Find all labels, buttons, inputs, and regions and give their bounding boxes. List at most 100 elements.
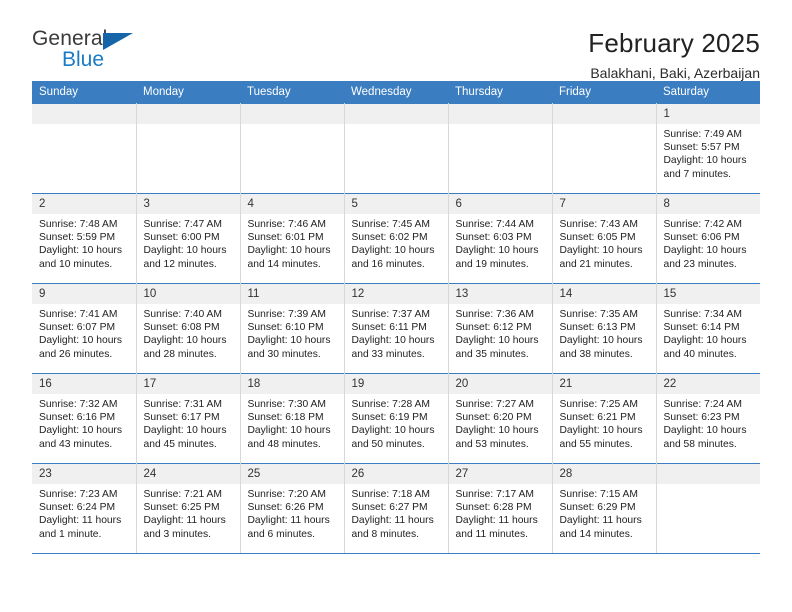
calendar-day-cell[interactable]: 7 Sunrise: 7:43 AM Sunset: 6:05 PM Daylight…: [552, 193, 657, 284]
sunset-text: Sunset: 6:14 PM: [663, 322, 740, 334]
day-number: 23: [32, 464, 136, 484]
calendar-day-cell[interactable]: 14 Sunrise: 7:35 AM Sunset: 6:13 PM Dayligh…: [552, 283, 657, 374]
calendar-day-cell[interactable]: 12 Sunrise: 7:37 AM Sunset: 6:11 PM Dayligh…: [344, 283, 449, 374]
calendar-day-cell-empty: [552, 103, 657, 194]
daylight-text: Daylight: 10 hours and 21 minutes.: [559, 245, 643, 270]
calendar-day-cell-empty: [448, 103, 553, 194]
day-sun-info: Sunrise: 7:36 AM Sunset: 6:12 PM Daylight:…: [449, 304, 552, 361]
sunset-text: Sunset: 5:59 PM: [39, 232, 116, 244]
sunrise-text: Sunrise: 7:35 AM: [559, 309, 638, 320]
day-number: 1: [656, 104, 760, 124]
daylight-text: Daylight: 11 hours and 3 minutes.: [143, 515, 226, 540]
day-number: 25: [240, 464, 344, 484]
sunset-text: Sunset: 6:00 PM: [143, 232, 220, 244]
day-sun-info: Sunrise: 7:41 AM Sunset: 6:07 PM Daylight:…: [32, 304, 136, 361]
daylight-text: Daylight: 11 hours and 1 minute.: [39, 515, 122, 540]
day-number: 24: [136, 464, 240, 484]
calendar-day-cell[interactable]: 9 Sunrise: 7:41 AM Sunset: 6:07 PM Daylight…: [32, 283, 137, 374]
weekday-header-friday: Friday: [552, 81, 656, 104]
sunrise-text: Sunrise: 7:17 AM: [455, 489, 534, 500]
calendar-day-cell[interactable]: 5 Sunrise: 7:45 AM Sunset: 6:02 PM Daylight…: [344, 193, 449, 284]
calendar-day-cell[interactable]: 23 Sunrise: 7:23 AM Sunset: 6:24 PM Dayligh…: [32, 463, 137, 554]
sunset-text: Sunset: 6:03 PM: [455, 232, 532, 244]
page-title: February 2025: [588, 28, 760, 58]
day-sun-info: Sunrise: 7:46 AM Sunset: 6:01 PM Daylight:…: [241, 214, 344, 271]
day-sun-info: Sunrise: 7:17 AM Sunset: 6:28 PM Daylight:…: [449, 484, 552, 541]
sunrise-text: Sunrise: 7:40 AM: [143, 309, 222, 320]
calendar-day-cell[interactable]: 3 Sunrise: 7:47 AM Sunset: 6:00 PM Daylight…: [136, 193, 241, 284]
day-number: 7: [552, 194, 656, 214]
general-blue-logo[interactable]: General Blue: [32, 28, 162, 80]
day-number: 27: [448, 464, 552, 484]
calendar-day-cell[interactable]: 1 Sunrise: 7:49 AM Sunset: 5:57 PM Daylight…: [656, 103, 760, 194]
sunset-text: Sunset: 6:23 PM: [663, 412, 740, 424]
sunrise-text: Sunrise: 7:27 AM: [455, 399, 534, 410]
calendar-day-cell[interactable]: 2 Sunrise: 7:48 AM Sunset: 5:59 PM Daylight…: [32, 193, 137, 284]
daylight-text: Daylight: 10 hours and 55 minutes.: [559, 425, 643, 450]
calendar-day-cell[interactable]: 15 Sunrise: 7:34 AM Sunset: 6:14 PM Dayligh…: [656, 283, 760, 374]
calendar-day-cell[interactable]: 11 Sunrise: 7:39 AM Sunset: 6:10 PM Dayligh…: [240, 283, 345, 374]
calendar-day-cell[interactable]: 27 Sunrise: 7:17 AM Sunset: 6:28 PM Dayligh…: [448, 463, 553, 554]
calendar-day-cell-empty: [32, 103, 137, 194]
calendar-day-cell[interactable]: 25 Sunrise: 7:20 AM Sunset: 6:26 PM Dayligh…: [240, 463, 345, 554]
day-number: [240, 104, 344, 124]
calendar-day-cell-empty: [240, 103, 345, 194]
daylight-text: Daylight: 11 hours and 14 minutes.: [559, 515, 642, 540]
calendar-day-cell[interactable]: 4 Sunrise: 7:46 AM Sunset: 6:01 PM Daylight…: [240, 193, 345, 284]
weekday-header-thursday: Thursday: [448, 81, 552, 104]
day-sun-info: Sunrise: 7:21 AM Sunset: 6:25 PM Daylight:…: [137, 484, 240, 541]
daylight-text: Daylight: 10 hours and 50 minutes.: [351, 425, 435, 450]
calendar-day-cell[interactable]: 6 Sunrise: 7:44 AM Sunset: 6:03 PM Daylight…: [448, 193, 553, 284]
calendar-day-cell[interactable]: 10 Sunrise: 7:40 AM Sunset: 6:08 PM Dayligh…: [136, 283, 241, 374]
sunset-text: Sunset: 6:06 PM: [663, 232, 740, 244]
calendar-day-cell[interactable]: 19 Sunrise: 7:28 AM Sunset: 6:19 PM Dayligh…: [344, 373, 449, 464]
calendar-day-cell[interactable]: 13 Sunrise: 7:36 AM Sunset: 6:12 PM Dayligh…: [448, 283, 553, 374]
calendar-day-cell[interactable]: 22 Sunrise: 7:24 AM Sunset: 6:23 PM Dayligh…: [656, 373, 760, 464]
calendar-day-cell[interactable]: 21 Sunrise: 7:25 AM Sunset: 6:21 PM Dayligh…: [552, 373, 657, 464]
daylight-text: Daylight: 10 hours and 35 minutes.: [455, 335, 539, 360]
sunset-text: Sunset: 6:16 PM: [39, 412, 116, 424]
sunset-text: Sunset: 6:17 PM: [143, 412, 220, 424]
daylight-text: Daylight: 10 hours and 12 minutes.: [143, 245, 227, 270]
logo-text-blue: Blue: [62, 48, 105, 71]
calendar-day-cell[interactable]: 24 Sunrise: 7:21 AM Sunset: 6:25 PM Dayligh…: [136, 463, 241, 554]
sunset-text: Sunset: 6:21 PM: [559, 412, 636, 424]
day-number: 26: [344, 464, 448, 484]
daylight-text: Daylight: 10 hours and 7 minutes.: [663, 155, 747, 180]
sunrise-text: Sunrise: 7:34 AM: [663, 309, 742, 320]
sunset-text: Sunset: 6:18 PM: [247, 412, 324, 424]
sunrise-text: Sunrise: 7:48 AM: [39, 219, 118, 230]
day-sun-info: Sunrise: 7:42 AM Sunset: 6:06 PM Daylight:…: [657, 214, 761, 271]
calendar-day-cell[interactable]: 17 Sunrise: 7:31 AM Sunset: 6:17 PM Dayligh…: [136, 373, 241, 464]
sunrise-text: Sunrise: 7:25 AM: [559, 399, 638, 410]
weekday-header-tuesday: Tuesday: [240, 81, 344, 104]
calendar-day-cell[interactable]: 18 Sunrise: 7:30 AM Sunset: 6:18 PM Dayligh…: [240, 373, 345, 464]
sunrise-text: Sunrise: 7:47 AM: [143, 219, 222, 230]
daylight-text: Daylight: 10 hours and 53 minutes.: [455, 425, 539, 450]
calendar-week-row: 23 Sunrise: 7:23 AM Sunset: 6:24 PM Dayligh…: [32, 463, 760, 554]
day-number: 6: [448, 194, 552, 214]
calendar-day-cell[interactable]: 8 Sunrise: 7:42 AM Sunset: 6:06 PM Daylight…: [656, 193, 761, 284]
day-number: 8: [656, 194, 760, 214]
day-number: 28: [552, 464, 656, 484]
sunrise-text: Sunrise: 7:32 AM: [39, 399, 118, 410]
calendar-day-cell[interactable]: 16 Sunrise: 7:32 AM Sunset: 6:16 PM Dayligh…: [32, 373, 137, 464]
calendar-day-cell[interactable]: 20 Sunrise: 7:27 AM Sunset: 6:20 PM Dayligh…: [448, 373, 553, 464]
day-sun-info: Sunrise: 7:28 AM Sunset: 6:19 PM Daylight:…: [345, 394, 448, 451]
sunrise-text: Sunrise: 7:37 AM: [351, 309, 430, 320]
day-sun-info: Sunrise: 7:39 AM Sunset: 6:10 PM Daylight:…: [241, 304, 344, 361]
sunrise-text: Sunrise: 7:23 AM: [39, 489, 118, 500]
day-sun-info: Sunrise: 7:45 AM Sunset: 6:02 PM Daylight:…: [345, 214, 448, 271]
calendar-day-cell[interactable]: 26 Sunrise: 7:18 AM Sunset: 6:27 PM Dayligh…: [344, 463, 449, 554]
day-sun-info: Sunrise: 7:44 AM Sunset: 6:03 PM Daylight:…: [449, 214, 552, 271]
day-number: 12: [344, 284, 448, 304]
sunrise-text: Sunrise: 7:18 AM: [351, 489, 430, 500]
daylight-text: Daylight: 10 hours and 40 minutes.: [663, 335, 747, 360]
daylight-text: Daylight: 10 hours and 10 minutes.: [39, 245, 122, 270]
calendar-day-cell[interactable]: 28 Sunrise: 7:15 AM Sunset: 6:29 PM Dayligh…: [552, 463, 657, 554]
daylight-text: Daylight: 10 hours and 45 minutes.: [143, 425, 227, 450]
sunset-text: Sunset: 6:28 PM: [455, 502, 532, 514]
sunset-text: Sunset: 6:11 PM: [351, 322, 427, 334]
sunset-text: Sunset: 6:25 PM: [143, 502, 220, 514]
daylight-text: Daylight: 10 hours and 14 minutes.: [247, 245, 331, 270]
